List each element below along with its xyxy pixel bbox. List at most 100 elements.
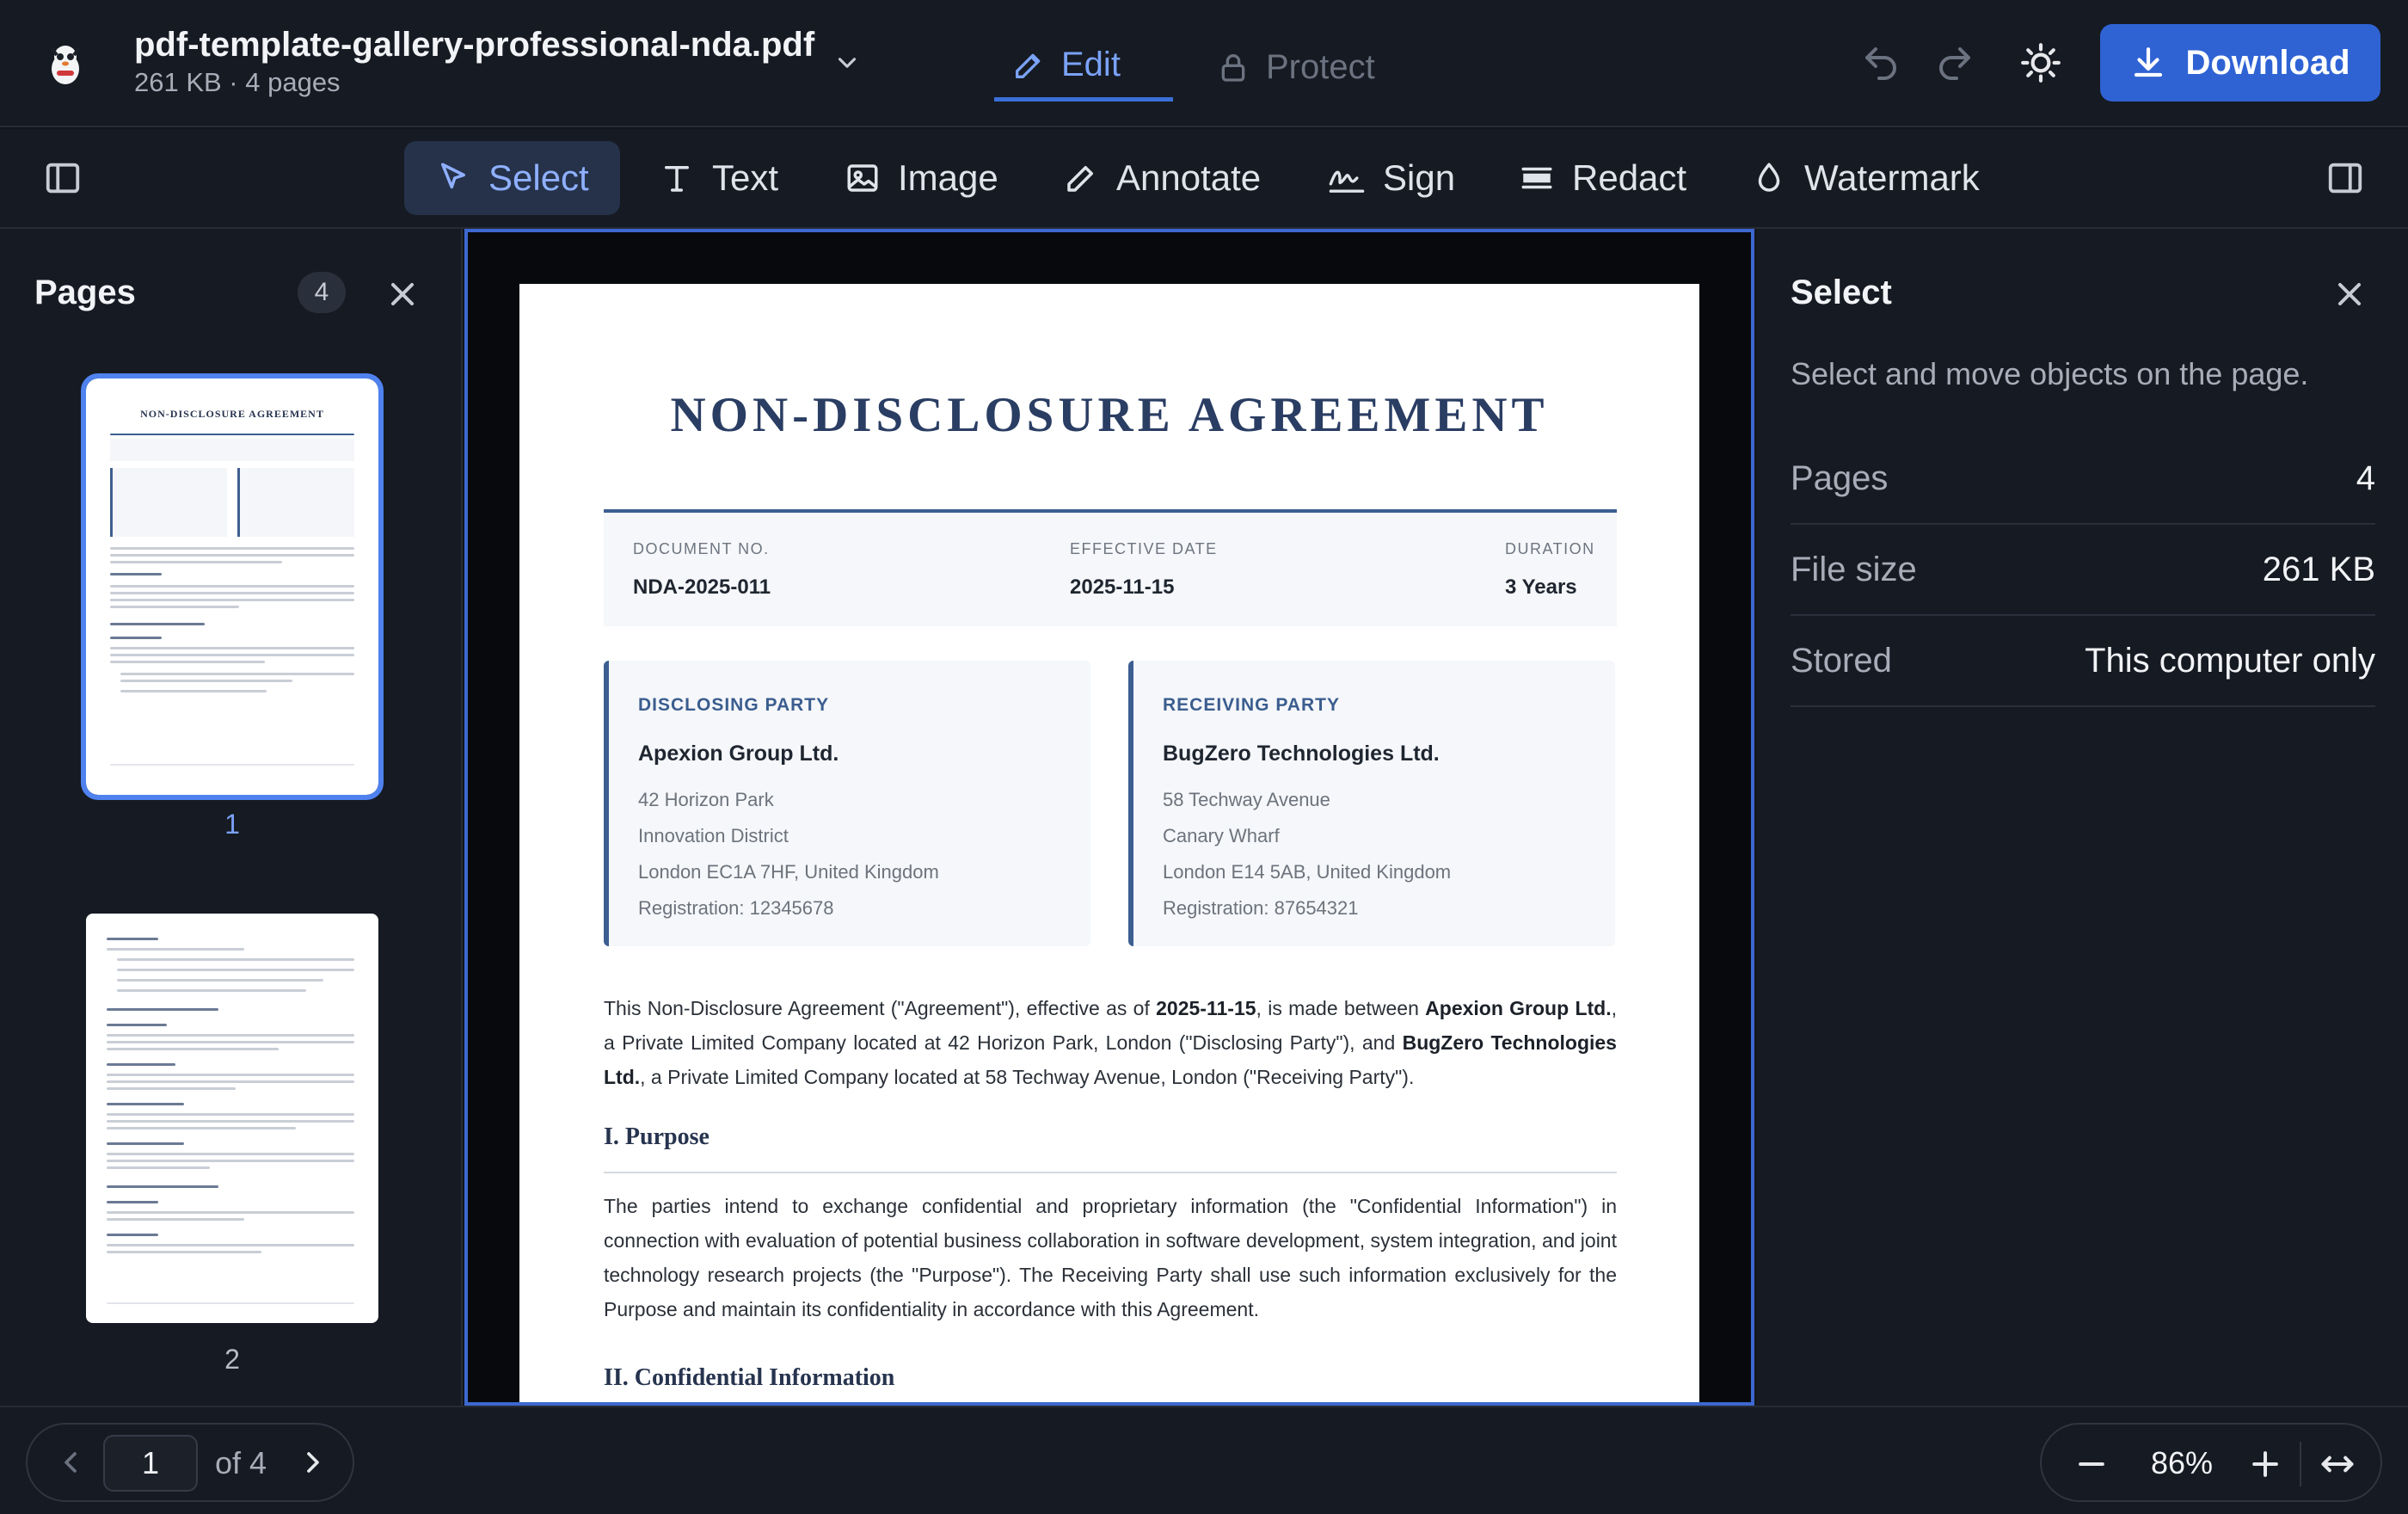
redo-icon[interactable] — [1932, 40, 1978, 86]
meta-value: 3 Years — [1505, 575, 1577, 599]
thumbnail-text-line — [107, 1087, 236, 1090]
page-thumbnail-2[interactable] — [86, 914, 378, 1323]
thumbnail-text-line — [110, 623, 205, 625]
tool-label: Watermark — [1804, 157, 1980, 198]
party-role: DISCLOSING PARTY — [638, 695, 830, 715]
app-logo-icon[interactable] — [40, 38, 91, 89]
thumbnail-heading: NON-DISCLOSURE AGREEMENT — [140, 408, 324, 420]
thumbnail-text-line — [117, 979, 323, 982]
tool-label: Annotate — [1116, 157, 1262, 198]
thumbnail-text-line — [107, 1218, 244, 1221]
toggle-left-panel-icon[interactable] — [40, 155, 86, 201]
tab-edit[interactable]: Edit — [994, 33, 1173, 102]
tool-image[interactable]: Image — [814, 141, 1029, 215]
tool-label: Text — [712, 157, 779, 198]
meta-value: 2025-11-15 — [1070, 575, 1175, 599]
disclosing-party-card: DISCLOSING PARTY Apexion Group Ltd. 42 H… — [604, 661, 1090, 946]
document-meta-box: DOCUMENT NO. NDA-2025-011 EFFECTIVE DATE… — [604, 509, 1617, 626]
tool-annotate[interactable]: Annotate — [1032, 141, 1292, 215]
purpose-paragraph: The parties intend to exchange confident… — [604, 1195, 1617, 1320]
undo-icon[interactable] — [1858, 40, 1904, 86]
tab-protect[interactable]: Protect — [1199, 33, 1405, 102]
thumbnail-text-line — [110, 637, 162, 639]
thumbnail-text-line — [107, 1113, 354, 1116]
thumbnail-text-line — [107, 1251, 261, 1253]
property-value: 261 KB — [2262, 550, 2375, 588]
page-count-badge: 4 — [298, 272, 346, 313]
tool-watermark[interactable]: Watermark — [1720, 141, 2011, 215]
intro-paragraph: This Non-Disclosure Agreement ("Agreemen… — [604, 997, 1617, 1088]
property-key: Stored — [1791, 641, 1892, 680]
thumbnail-text-line — [110, 606, 239, 608]
party-registration: Registration: 12345678 — [638, 897, 834, 919]
pencil-icon — [1011, 48, 1046, 83]
thumbnail-footer-line — [110, 764, 354, 766]
thumbnail-text-line — [117, 969, 354, 971]
tool-bar: Select Text Image Annotate Sign Redact W… — [0, 129, 2408, 229]
close-icon[interactable] — [2331, 275, 2368, 313]
tool-redact[interactable]: Redact — [1488, 141, 1717, 215]
pages-panel-title: Pages — [34, 274, 136, 311]
document-page[interactable]: NON-DISCLOSURE AGREEMENT DOCUMENT NO. ND… — [519, 284, 1699, 1402]
thumbnail-text-line — [107, 1234, 158, 1236]
fit-width-icon[interactable] — [2319, 1445, 2356, 1483]
thumbnail-text-line — [110, 599, 354, 601]
theme-sun-icon[interactable] — [2018, 40, 2064, 86]
redact-icon — [1519, 160, 1555, 196]
thumbnail-text-line — [107, 1063, 175, 1066]
thumbnail-text-line — [117, 989, 306, 992]
thumbnail-text-line — [117, 958, 354, 961]
thumbnail-text-line — [110, 661, 265, 663]
party-address-line: 42 Horizon Park — [638, 789, 774, 810]
zoom-in-icon[interactable] — [2246, 1445, 2284, 1483]
properties-title: Select — [1791, 274, 1892, 311]
thumbnail-text-line — [107, 1166, 210, 1169]
zoom-divider — [2300, 1442, 2301, 1486]
thumbnail-text-line — [107, 1160, 354, 1162]
thumbnail-text-line — [107, 1185, 218, 1188]
page-thumbnail-number: 2 — [224, 1344, 240, 1375]
thumbnail-text-line — [110, 654, 354, 656]
chevron-down-icon[interactable] — [832, 48, 862, 77]
thumbnail-text-line — [107, 1201, 158, 1203]
section-heading-confidential-information: II. Confidential Information — [604, 1364, 895, 1391]
page-total-label: of 4 — [215, 1445, 267, 1480]
tool-select[interactable]: Select — [404, 141, 620, 215]
thumbnail-party-box — [110, 468, 227, 537]
thumbnail-text-line — [107, 1153, 354, 1155]
toggle-right-panel-icon[interactable] — [2322, 155, 2368, 201]
document-viewport[interactable]: NON-DISCLOSURE AGREEMENT DOCUMENT NO. ND… — [464, 229, 1754, 1406]
lock-icon — [1216, 50, 1250, 84]
tool-sign[interactable]: Sign — [1297, 141, 1486, 215]
thumbnail-text-line — [107, 1103, 184, 1105]
close-icon[interactable] — [384, 275, 421, 313]
tool-label: Redact — [1572, 157, 1687, 198]
download-button[interactable]: Download — [2100, 24, 2380, 102]
zoom-control: 86% — [2040, 1423, 2382, 1502]
chevron-right-icon[interactable] — [296, 1445, 330, 1480]
zoom-level: 86% — [2150, 1445, 2214, 1480]
party-name: BugZero Technologies Ltd. — [1163, 742, 1440, 766]
thumbnail-text-line — [110, 647, 354, 649]
thumbnail-text-line — [120, 680, 292, 682]
meta-label: DURATION — [1505, 540, 1595, 557]
party-registration: Registration: 87654321 — [1163, 897, 1359, 919]
image-icon — [845, 160, 881, 196]
zoom-out-icon[interactable] — [2073, 1445, 2110, 1483]
property-value: 4 — [2356, 459, 2375, 497]
thumbnail-text-line — [107, 1120, 354, 1123]
page-navigator: of 4 — [26, 1423, 354, 1502]
meta-label: EFFECTIVE DATE — [1070, 540, 1218, 557]
download-label: Download — [2185, 43, 2350, 82]
pages-panel: Pages 4 NON-DISCLOSURE AGREEMENT 1 2 — [0, 229, 463, 1406]
thumbnail-text-line — [110, 547, 354, 550]
tool-text[interactable]: Text — [628, 141, 809, 215]
page-thumbnail-1[interactable]: NON-DISCLOSURE AGREEMENT — [81, 373, 384, 800]
thumbnail-text-line — [107, 938, 158, 940]
meta-label: DOCUMENT NO. — [633, 540, 770, 557]
party-name: Apexion Group Ltd. — [638, 742, 839, 766]
chevron-left-icon[interactable] — [53, 1445, 88, 1480]
page-number-input[interactable] — [103, 1435, 198, 1492]
thumbnail-text-line — [107, 1074, 354, 1076]
file-meta: 261 KB · 4 pages — [134, 67, 341, 97]
